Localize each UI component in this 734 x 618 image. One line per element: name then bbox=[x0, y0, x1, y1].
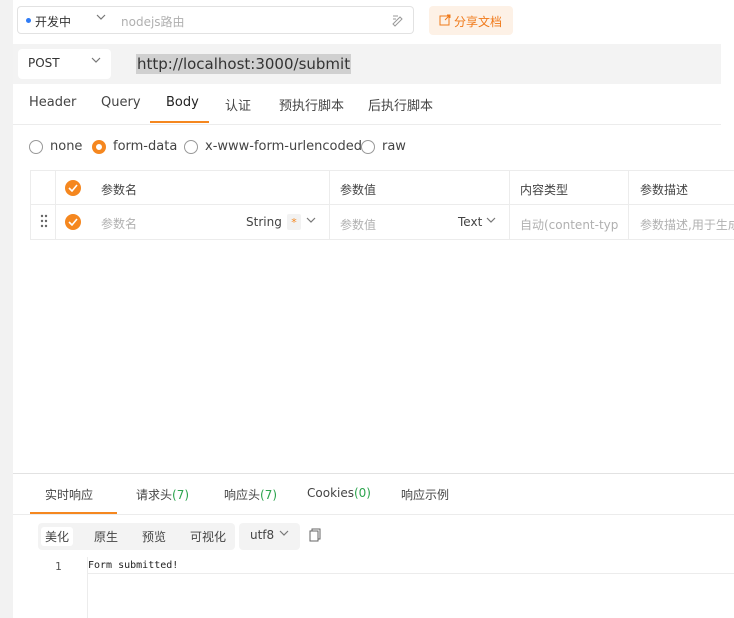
check-icon bbox=[68, 218, 78, 226]
header-param-name: 参数名 bbox=[101, 183, 138, 197]
tab-query[interactable]: Query bbox=[101, 95, 141, 110]
code-line-box bbox=[88, 557, 734, 574]
tab-post-script[interactable]: 后执行脚本 bbox=[368, 95, 433, 114]
tab-header[interactable]: Header bbox=[29, 95, 76, 110]
tab-label: 实时响应 bbox=[45, 488, 94, 502]
chevron-down-icon bbox=[91, 55, 101, 68]
line-number: 1 bbox=[55, 560, 62, 573]
radio-label: form-data bbox=[113, 139, 178, 154]
tab-live-response[interactable]: 实时响应 bbox=[45, 486, 93, 503]
view-mode-group: 美化 原生 预览 可视化 bbox=[38, 523, 235, 550]
drag-handle-icon[interactable] bbox=[40, 214, 48, 232]
required-toggle[interactable]: * bbox=[287, 214, 301, 230]
tab-label: 请求头 bbox=[136, 488, 173, 502]
tab-count: (7) bbox=[260, 488, 278, 502]
tab-label: Cookies bbox=[307, 486, 354, 500]
header-content-type: 内容类型 bbox=[520, 183, 569, 197]
view-pretty[interactable]: 美化 bbox=[41, 527, 74, 546]
environment-select[interactable]: 开发中 bbox=[17, 6, 114, 34]
share-icon bbox=[439, 14, 451, 29]
radio-circle bbox=[184, 140, 198, 154]
chevron-down-icon bbox=[279, 528, 289, 541]
tab-cookies[interactable]: Cookies(0) bbox=[307, 486, 371, 500]
request-name-placeholder: nodejs路由 bbox=[121, 15, 185, 29]
param-value-input[interactable]: 参数值 bbox=[340, 216, 376, 233]
chevron-down-icon[interactable] bbox=[306, 214, 316, 228]
param-name-input[interactable]: 参数名 bbox=[101, 215, 137, 232]
tab-auth[interactable]: 认证 bbox=[225, 95, 251, 114]
edit-icon[interactable] bbox=[391, 13, 405, 31]
chevron-down-icon[interactable] bbox=[486, 214, 496, 228]
request-name-input[interactable]: nodejs路由 bbox=[112, 6, 414, 34]
tab-response-examples[interactable]: 响应示例 bbox=[401, 486, 449, 503]
copy-icon[interactable] bbox=[309, 528, 321, 546]
tab-request-headers[interactable]: 请求头(7) bbox=[136, 486, 189, 503]
share-doc-button[interactable]: 分享文档 bbox=[429, 6, 513, 35]
url-input[interactable]: http://localhost:3000/submit bbox=[136, 54, 352, 74]
view-raw[interactable]: 原生 bbox=[94, 528, 118, 545]
header-param-value: 参数值 bbox=[340, 183, 377, 197]
share-label: 分享文档 bbox=[454, 15, 503, 29]
content-type-input[interactable]: 自动(content-typ bbox=[520, 216, 618, 233]
environment-label: 开发中 bbox=[35, 15, 72, 29]
table-border bbox=[30, 170, 31, 240]
tab-body[interactable]: Body bbox=[166, 95, 199, 110]
radio-label: x-www-form-urlencoded bbox=[205, 139, 363, 154]
row-checkbox[interactable] bbox=[65, 214, 81, 230]
encoding-select[interactable]: utf8 bbox=[239, 523, 300, 550]
table-border bbox=[628, 170, 629, 240]
table-border bbox=[509, 170, 510, 240]
param-desc-input[interactable]: 参数描述,用于生成 bbox=[640, 216, 734, 233]
method-select[interactable]: POST bbox=[18, 49, 111, 79]
radio-circle-selected bbox=[92, 140, 106, 154]
check-icon bbox=[68, 184, 78, 192]
chevron-down-icon bbox=[96, 12, 106, 25]
params-table: 参数名 参数值 内容类型 参数描述 参数名 String 参数值 Text 自动… bbox=[30, 170, 734, 240]
tab-count: (0) bbox=[353, 486, 371, 500]
view-visualize[interactable]: 可视化 bbox=[190, 528, 226, 545]
value-type-select[interactable]: Text bbox=[458, 215, 482, 229]
code-line: Form submitted! bbox=[88, 560, 179, 571]
response-body: 1 Form submitted! bbox=[13, 557, 734, 618]
param-type-select[interactable]: String bbox=[246, 215, 282, 229]
radio-label: raw bbox=[382, 139, 406, 154]
radio-label: none bbox=[50, 139, 83, 154]
select-all-checkbox[interactable] bbox=[65, 180, 81, 196]
response-panel: 实时响应 请求头(7) 响应头(7) Cookies(0) 响应示例 美化 原生… bbox=[13, 473, 734, 618]
radio-circle bbox=[29, 140, 43, 154]
tab-label: 响应头 bbox=[224, 488, 261, 502]
tab-count: (7) bbox=[172, 488, 190, 502]
tab-response-headers[interactable]: 响应头(7) bbox=[224, 486, 277, 503]
header-param-desc: 参数描述 bbox=[640, 183, 689, 197]
table-border bbox=[329, 170, 330, 240]
table-border bbox=[55, 170, 56, 240]
tab-pre-script[interactable]: 预执行脚本 bbox=[279, 95, 344, 114]
encoding-label: utf8 bbox=[250, 528, 275, 542]
view-preview[interactable]: 预览 bbox=[142, 528, 166, 545]
tab-label: 响应示例 bbox=[401, 488, 450, 502]
request-tabs: Header Query Body 认证 预执行脚本 后执行脚本 bbox=[13, 84, 721, 125]
url-bar: POST http://localhost:3000/submit bbox=[13, 44, 721, 84]
active-tab-indicator bbox=[150, 121, 209, 123]
method-label: POST bbox=[28, 56, 60, 70]
divider bbox=[13, 514, 734, 515]
radio-circle bbox=[361, 140, 375, 154]
env-status-dot bbox=[26, 18, 31, 23]
